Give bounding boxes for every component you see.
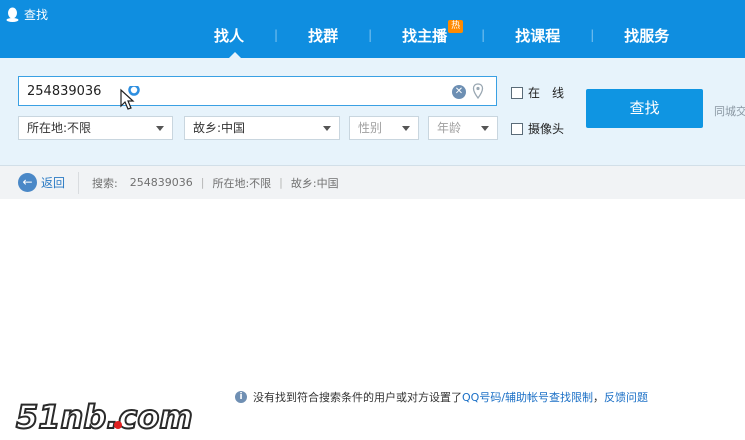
window-title: 查找 <box>24 7 49 22</box>
camera-checkbox-label: 摄像头 <box>528 122 565 136</box>
online-checkbox[interactable]: 在 线 <box>511 84 564 101</box>
info-icon: i <box>235 391 247 403</box>
tab-find-streamer[interactable]: 找主播 热 <box>402 19 464 46</box>
back-arrow-icon: ← <box>18 173 37 192</box>
tab-divider: | <box>481 28 486 42</box>
hometown-select-value: 故乡:中国 <box>193 121 246 135</box>
app-title: 查找 <box>6 5 48 23</box>
feedback-link[interactable]: 反馈问题 <box>604 389 648 405</box>
location-select-value: 所在地:不限 <box>27 121 92 135</box>
watermark-text: 51nb.com <box>16 398 193 436</box>
chevron-down-icon <box>481 126 489 131</box>
tab-find-people[interactable]: 找人 <box>214 25 244 46</box>
age-select-value: 年龄 <box>437 121 462 135</box>
mouse-cursor-icon <box>120 86 140 110</box>
online-checkbox-label: 在 线 <box>528 86 565 100</box>
back-label: 返回 <box>41 176 66 190</box>
tab-divider: | <box>368 28 373 42</box>
breadcrumb-search-value: 254839036 <box>129 176 193 189</box>
tab-divider: | <box>590 28 595 42</box>
watermark-logo: 51nb.com <box>15 398 194 436</box>
breadcrumb-search-label: 搜索: <box>92 176 118 190</box>
hot-badge: 热 <box>448 19 464 33</box>
watermark-dot <box>114 421 122 429</box>
find-window: 查找 找人 | 找群 | 找主播 热 | 找课程 | 找服务 ✕ <box>0 0 745 440</box>
message-separator: ， <box>593 391 605 404</box>
age-select[interactable]: 年龄 <box>428 116 498 140</box>
gender-select[interactable]: 性别 <box>349 116 419 140</box>
title-bar: 查找 找人 | 找群 | 找主播 热 | 找课程 | 找服务 <box>0 0 745 59</box>
location-pin-icon[interactable] <box>472 83 484 99</box>
camera-checkbox[interactable]: 摄像头 <box>511 120 564 137</box>
back-button[interactable]: ← 返回 <box>18 173 65 192</box>
no-result-message: i 没有找到符合搜索条件的用户或对方设置了 QQ号码/辅助帐号查找限制 ， 反馈… <box>235 389 648 405</box>
breadcrumb-separator: | <box>279 176 283 189</box>
find-button[interactable]: 查找 <box>586 89 703 128</box>
tab-find-streamer-label: 找主播 <box>402 26 448 45</box>
search-panel: ✕ 所在地:不限 故乡:中国 性别 年龄 在 线 摄像头 <box>0 58 745 166</box>
same-city-link[interactable]: 同城交 <box>714 103 745 119</box>
location-select[interactable]: 所在地:不限 <box>18 116 173 140</box>
qq-penguin-icon <box>6 7 19 22</box>
checkbox-icon <box>511 122 523 135</box>
breadcrumb-divider <box>78 171 80 194</box>
chevron-down-icon <box>402 126 410 131</box>
search-limit-link[interactable]: QQ号码/辅助帐号查找限制 <box>462 389 593 405</box>
clear-icon[interactable]: ✕ <box>452 85 466 99</box>
breadcrumb: ← 返回 搜索: 254839036 | 所在地:不限 | 故乡:中国 <box>0 166 745 199</box>
tab-bar: 找人 | 找群 | 找主播 热 | 找课程 | 找服务 <box>190 19 669 50</box>
tab-divider: | <box>274 28 279 42</box>
breadcrumb-location: 所在地:不限 <box>212 176 272 190</box>
tab-find-service[interactable]: 找服务 <box>624 25 669 46</box>
checkbox-icon <box>511 86 523 99</box>
no-result-text: 没有找到符合搜索条件的用户或对方设置了 <box>253 391 462 404</box>
gender-select-value: 性别 <box>358 121 383 135</box>
breadcrumb-separator: | <box>200 176 205 189</box>
tab-find-group[interactable]: 找群 <box>308 25 338 46</box>
breadcrumb-hometown: 故乡:中国 <box>290 176 339 190</box>
chevron-down-icon <box>323 126 331 131</box>
search-input[interactable] <box>27 83 427 99</box>
hometown-select[interactable]: 故乡:中国 <box>184 116 340 140</box>
tab-find-course[interactable]: 找课程 <box>515 25 560 46</box>
chevron-down-icon <box>156 126 164 131</box>
search-input-box[interactable]: ✕ <box>18 76 497 106</box>
